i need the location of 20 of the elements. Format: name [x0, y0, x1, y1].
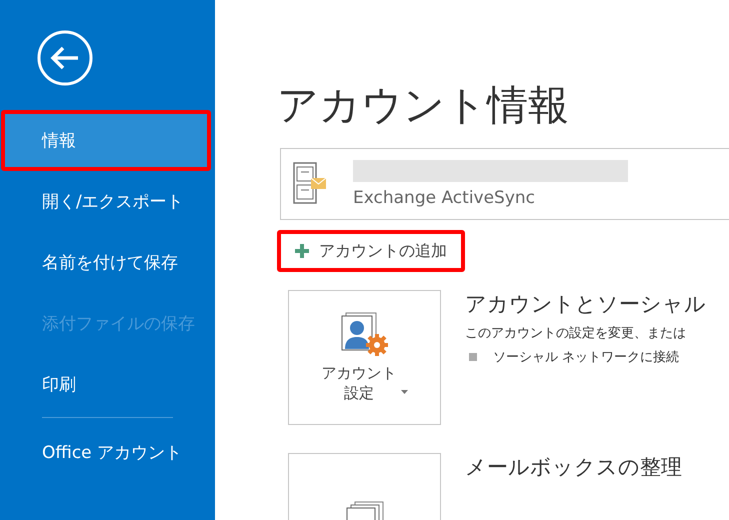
- sidebar-item[interactable]: 印刷: [0, 354, 215, 415]
- sidebar-item[interactable]: 開く/エクスポート: [0, 171, 215, 232]
- page-title: アカウント情報: [277, 80, 570, 130]
- add-account-button[interactable]: アカウントの追加: [277, 230, 465, 272]
- bullet-icon: [469, 353, 477, 361]
- caret-icon: [400, 390, 408, 394]
- section-heading: アカウントとソーシャル: [465, 291, 706, 318]
- section-heading: メールボックスの整理: [465, 454, 682, 481]
- bullet-text: ソーシャル ネットワークに接続: [493, 349, 680, 366]
- section-description: このアカウントの設定を変更、または: [465, 325, 687, 342]
- file-cabinet-mail-icon: [293, 162, 327, 206]
- sidebar-item[interactable]: Office アカウント: [0, 422, 215, 483]
- section-button[interactable]: アカウント 設定: [288, 290, 441, 425]
- account-card[interactable]: Exchange ActiveSync: [280, 148, 729, 220]
- plus-icon: [295, 244, 309, 258]
- sidebar-item[interactable]: 情報: [1, 110, 211, 171]
- person-gear-icon: [340, 312, 388, 356]
- account-type: Exchange ActiveSync: [353, 188, 536, 208]
- sidebar-item[interactable]: 名前を付けて保存: [0, 232, 215, 293]
- button-label: アカウント 設定: [322, 364, 396, 403]
